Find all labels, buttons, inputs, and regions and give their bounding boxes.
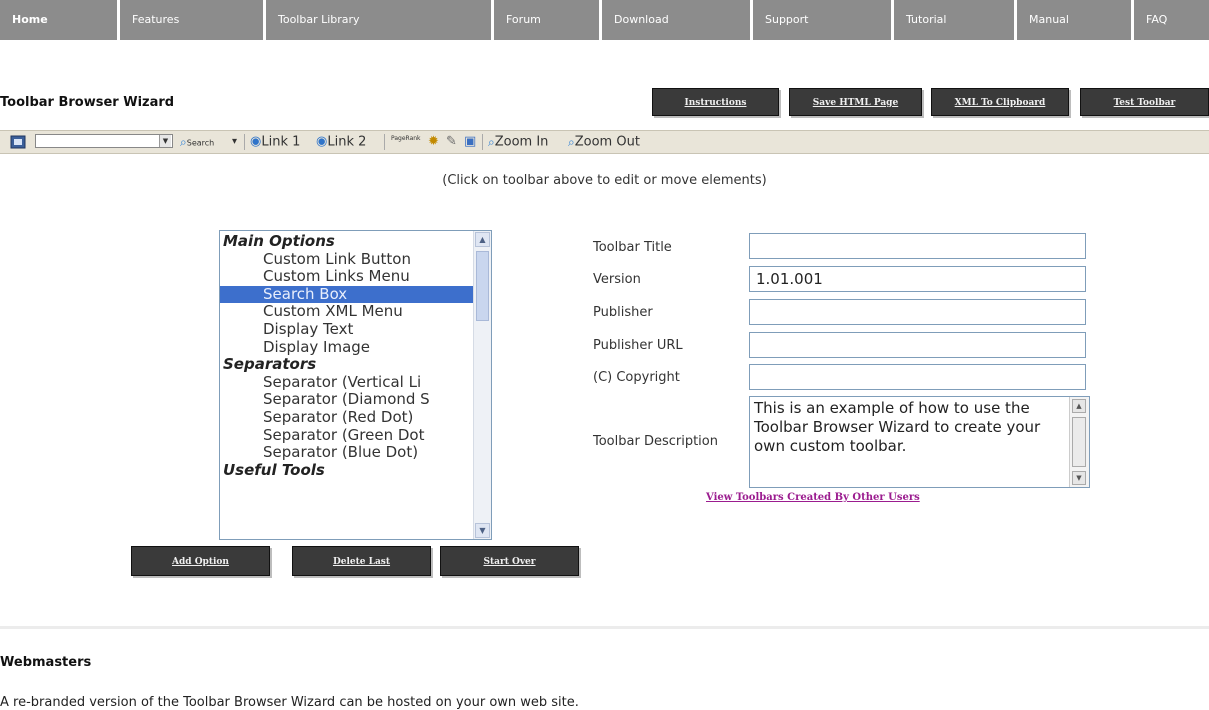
scroll-up-icon[interactable]: ▲ (1072, 399, 1086, 413)
publisher-url-label: Publisher URL (593, 338, 683, 353)
list-option[interactable]: Separator (Diamond S (220, 391, 474, 409)
toolbar-search-label: Search (186, 138, 215, 148)
list-group-header: Main Options (223, 233, 335, 250)
test-toolbar-button[interactable]: Test Toolbar (1080, 88, 1209, 116)
nav-forum[interactable]: Forum (494, 0, 602, 40)
webmasters-heading: Webmasters (0, 655, 92, 670)
list-option[interactable]: Display Text (220, 321, 474, 339)
zoom-icon: ⌕ (488, 135, 495, 149)
list-group-header: Useful Tools (223, 461, 325, 479)
scrollbar-thumb[interactable] (1072, 417, 1086, 467)
page-title: Toolbar Browser Wizard (0, 95, 175, 110)
list-option[interactable]: Display Image (220, 339, 474, 357)
nav-toolbar-library[interactable]: Toolbar Library (266, 0, 494, 40)
list-option[interactable]: Separator (Vertical Li (220, 374, 474, 392)
pagerank-icon[interactable]: PageRank (391, 133, 421, 151)
zoom-out-label: Zoom Out (574, 134, 640, 150)
dropdown-arrow-icon[interactable]: ▼ (159, 135, 171, 147)
list-group-header: Separators (223, 356, 317, 374)
toolbar-logo-icon[interactable] (10, 133, 26, 151)
add-option-button[interactable]: Add Option (131, 546, 270, 576)
scroll-down-icon[interactable]: ▼ (475, 523, 490, 538)
description-scrollbar[interactable]: ▲ ▼ (1069, 397, 1089, 487)
pagerank-label: PageRank (391, 134, 421, 142)
edit-icon[interactable]: ✎ (446, 133, 457, 151)
publisher-label: Publisher (593, 305, 653, 320)
toolbar-zoom-out[interactable]: ⌕Zoom Out (568, 133, 640, 151)
version-input[interactable] (749, 266, 1086, 292)
webmasters-text: A re-branded version of the Toolbar Brow… (0, 695, 579, 710)
list-option[interactable]: Search Box (220, 285, 474, 304)
nav-faq[interactable]: FAQ (1134, 0, 1209, 40)
xml-to-clipboard-button[interactable]: XML To Clipboard (931, 88, 1069, 116)
toolbar-preview[interactable]: ▼ ⌕Search ▾ ◉Link 1 ◉Link 2 PageRank ✹ ✎… (0, 130, 1209, 154)
scroll-up-icon[interactable]: ▲ (475, 232, 490, 247)
popup-icon[interactable]: ▣ (464, 133, 476, 151)
list-option[interactable]: Custom Links Menu (220, 268, 474, 286)
nav-home[interactable]: Home (0, 0, 120, 40)
copyright-label: (C) Copyright (593, 370, 680, 385)
list-option[interactable]: Custom Link Button (220, 251, 474, 269)
list-option[interactable]: Separator (Blue Dot) (220, 444, 474, 462)
toolbar-title-label: Toolbar Title (593, 240, 672, 255)
publisher-input[interactable] (749, 299, 1086, 325)
options-listbox[interactable]: Main Options Custom Link Button Custom Lin… (219, 230, 492, 540)
nav-download[interactable]: Download (602, 0, 753, 40)
scrollbar-thumb[interactable] (476, 251, 489, 321)
delete-last-button[interactable]: Delete Last (292, 546, 431, 576)
highlight-icon[interactable]: ✹ (428, 133, 439, 151)
nav-tutorial[interactable]: Tutorial (894, 0, 1017, 40)
toolbar-hint: (Click on toolbar above to edit or move … (442, 173, 767, 188)
publisher-url-input[interactable] (749, 332, 1086, 358)
toolbar-search-button[interactable]: ⌕Search (180, 133, 214, 151)
save-html-page-button[interactable]: Save HTML Page (789, 88, 922, 116)
zoom-in-label: Zoom In (494, 134, 549, 150)
toolbar-link-1[interactable]: ◉Link 1 (250, 133, 300, 151)
toolbar-search-field[interactable]: ▼ (35, 134, 173, 148)
options-list: Main Options Custom Link Button Custom Lin… (220, 233, 474, 479)
start-over-button[interactable]: Start Over (440, 546, 579, 576)
list-option[interactable]: Custom XML Menu (220, 303, 474, 321)
list-option[interactable]: Separator (Green Dot (220, 427, 474, 445)
toolbar-link-2-label: Link 2 (327, 134, 367, 150)
nav-manual[interactable]: Manual (1017, 0, 1134, 40)
toolbar-link-1-label: Link 1 (261, 134, 301, 150)
toolbar-link-2[interactable]: ◉Link 2 (316, 133, 366, 151)
ie-page-icon: ◉ (250, 134, 262, 149)
list-option[interactable]: Separator (Red Dot) (220, 409, 474, 427)
section-divider (0, 626, 1209, 629)
version-label: Version (593, 272, 641, 287)
toolbar-description-input[interactable]: This is an example of how to use the Too… (749, 396, 1090, 488)
nav-support[interactable]: Support (753, 0, 894, 40)
toolbar-description-text: This is an example of how to use the Too… (754, 399, 1041, 455)
toolbar-zoom-in[interactable]: ⌕Zoom In (488, 133, 548, 151)
scroll-down-icon[interactable]: ▼ (1072, 471, 1086, 485)
search-icon: ⌕ (180, 135, 187, 149)
top-navigation: Home Features Toolbar Library Forum Down… (0, 0, 1209, 40)
toolbar-search-dropdown-icon[interactable]: ▾ (232, 133, 237, 151)
listbox-scrollbar[interactable]: ▲ ▼ (473, 231, 491, 539)
view-other-toolbars-link[interactable]: View Toolbars Created By Other Users (706, 492, 920, 503)
copyright-input[interactable] (749, 364, 1086, 390)
toolbar-title-input[interactable] (749, 233, 1086, 259)
ie-page-icon: ◉ (316, 134, 328, 149)
instructions-button[interactable]: Instructions (652, 88, 779, 116)
toolbar-description-label: Toolbar Description (593, 434, 718, 449)
nav-features[interactable]: Features (120, 0, 266, 40)
zoom-icon: ⌕ (568, 135, 575, 149)
